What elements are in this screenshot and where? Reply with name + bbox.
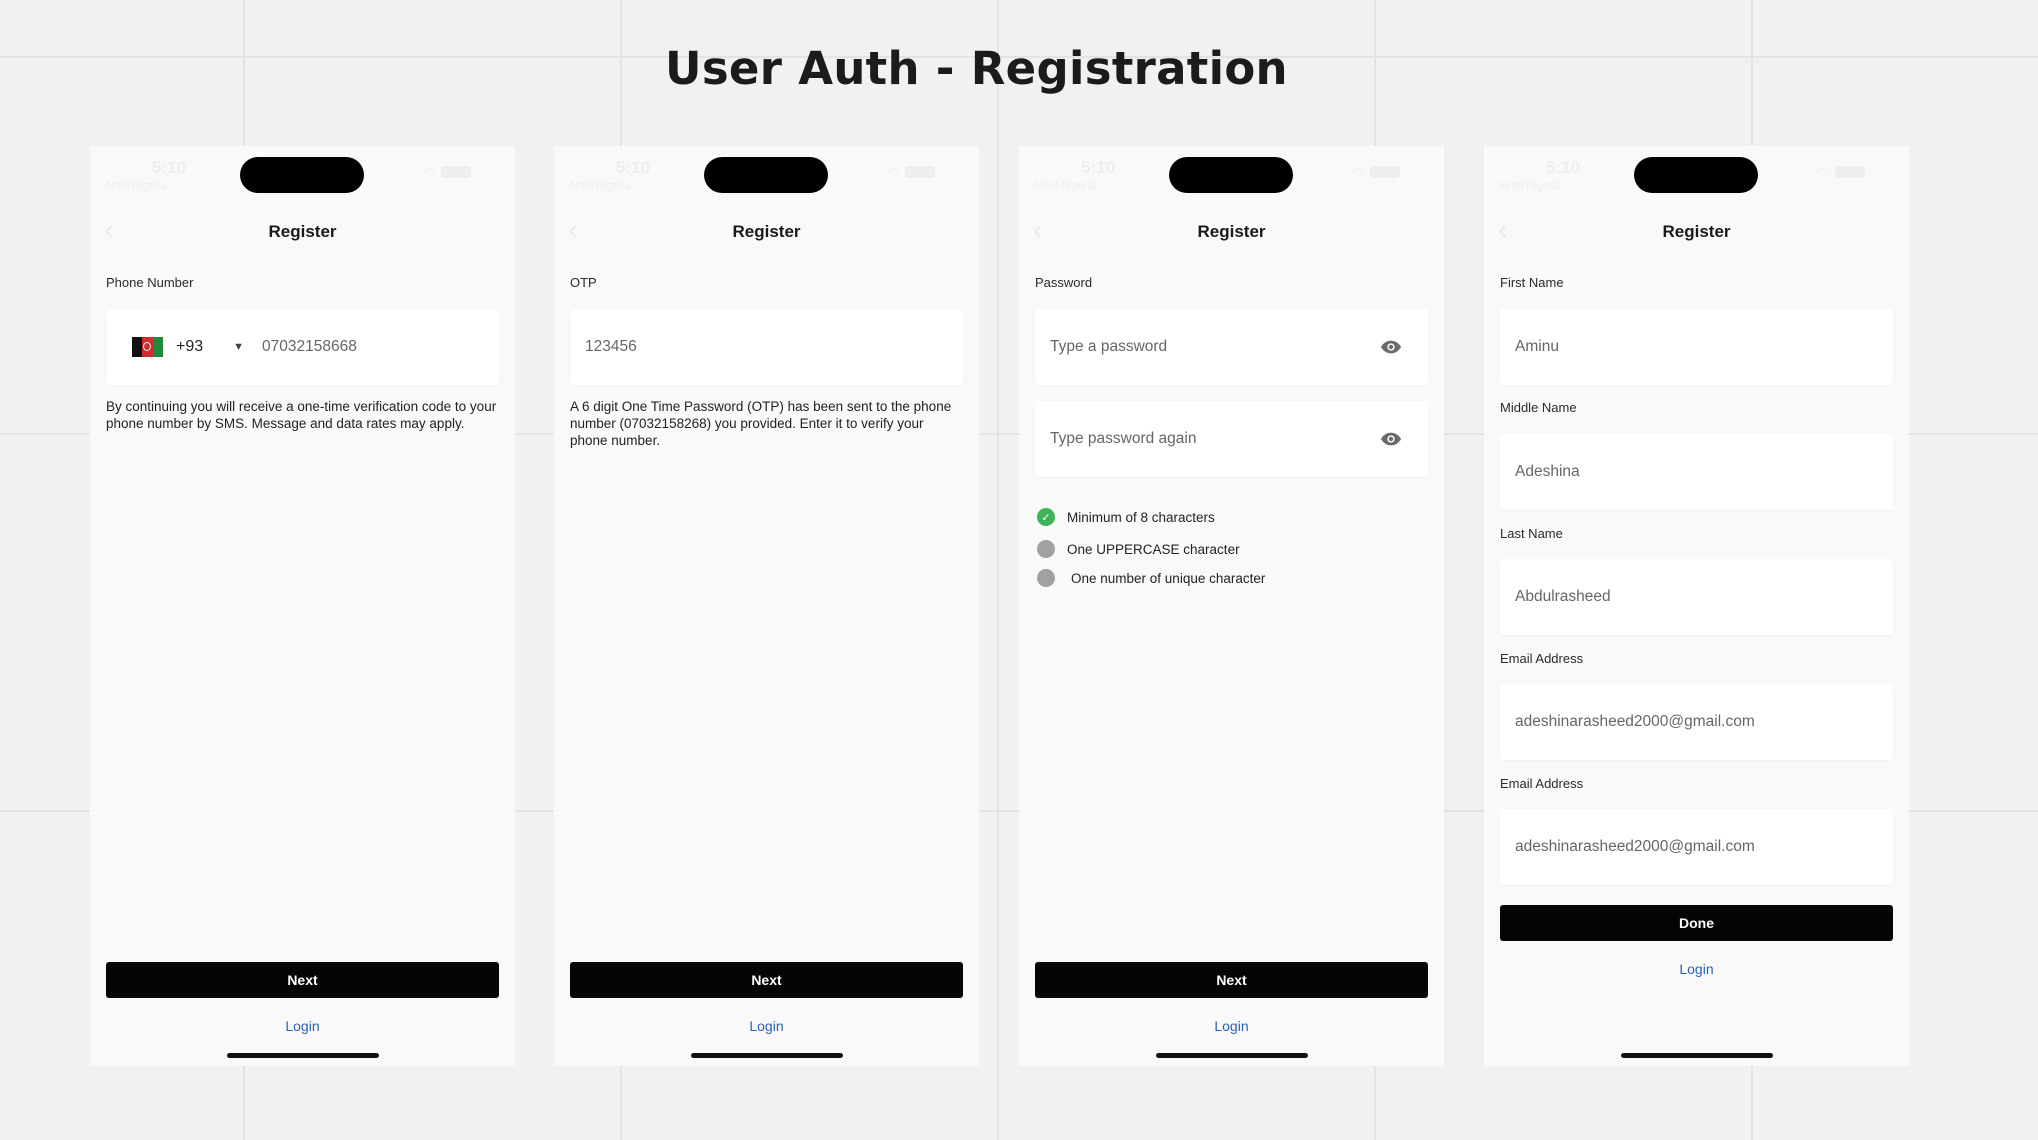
home-indicator (691, 1053, 843, 1058)
home-indicator (227, 1053, 379, 1058)
next-button[interactable]: Next (1035, 962, 1428, 998)
eye-icon[interactable] (1380, 430, 1402, 448)
home-indicator (1621, 1053, 1773, 1058)
otp-label: OTP (570, 275, 597, 290)
eye-icon[interactable] (1380, 338, 1402, 356)
status-time: 5:10 (152, 158, 187, 177)
confirm-password-input[interactable]: Type password again (1035, 401, 1428, 477)
first-name-label: First Name (1500, 275, 1564, 290)
status-icons: ◠ (887, 165, 935, 179)
status-carrier: Airtel Nigeria (104, 180, 167, 192)
sms-disclaimer: By continuing you will receive a one-tim… (106, 399, 497, 431)
dynamic-island (240, 157, 364, 193)
wifi-icon: ◠ (1351, 164, 1364, 180)
first-name-value[interactable]: Aminu (1515, 338, 1559, 356)
battery-icon (1370, 166, 1400, 178)
phone-number-label: Phone Number (106, 275, 194, 290)
status-carrier: Airtel Nigeria (568, 180, 631, 192)
wifi-icon: ◠ (886, 164, 899, 180)
email-value[interactable]: adeshinarasheed2000@gmail.com (1515, 713, 1755, 731)
page-title: User Auth - Registration (665, 42, 1288, 95)
wifi-icon: ◠ (1816, 164, 1829, 180)
nav-title: Register (1662, 222, 1731, 241)
dynamic-island (704, 157, 828, 193)
wifi-icon: ◠ (422, 164, 435, 180)
phone-number-value[interactable]: 07032158668 (262, 338, 357, 356)
first-name-input[interactable]: Aminu (1500, 309, 1893, 385)
password-rule-min-length: ✓ Minimum of 8 characters (1037, 508, 1215, 526)
login-link[interactable]: Login (1019, 1018, 1444, 1034)
phone-screen-password: 5:10 Airtel Nigeria ◠ ‹ Register Passwor… (1019, 146, 1444, 1066)
confirm-email-value[interactable]: adeshinarasheed2000@gmail.com (1515, 838, 1755, 856)
caret-down-icon[interactable]: ▼ (233, 341, 244, 353)
last-name-value[interactable]: Abdulrasheed (1515, 588, 1611, 606)
battery-icon (1835, 166, 1865, 178)
login-link[interactable]: Login (554, 1018, 979, 1034)
rule-text: Minimum of 8 characters (1067, 509, 1215, 525)
confirm-password-placeholder[interactable]: Type password again (1050, 430, 1196, 448)
middle-name-input[interactable]: Adeshina (1500, 434, 1893, 510)
nav-title: Register (732, 222, 801, 241)
last-name-label: Last Name (1500, 526, 1563, 541)
status-icons: ◠ (423, 165, 471, 179)
phone-screen-phone-number: 5:10 Airtel Nigeria ◠ ‹ Register Phone N… (90, 146, 515, 1066)
nav-title: Register (268, 222, 337, 241)
phone-screen-personal-details: 5:10 Airtel Nigeria ◠ ‹ Register First N… (1484, 146, 1909, 1066)
dynamic-island (1169, 157, 1293, 193)
afghanistan-flag-icon[interactable] (132, 337, 163, 357)
pending-circle-icon (1037, 569, 1055, 587)
pending-circle-icon (1037, 540, 1055, 558)
login-link[interactable]: Login (1484, 961, 1909, 977)
last-name-input[interactable]: Abdulrasheed (1500, 559, 1893, 635)
battery-icon (905, 166, 935, 178)
status-bar: 5:10 Airtel Nigeria ◠ (90, 146, 515, 206)
login-link[interactable]: Login (90, 1018, 515, 1034)
phone-number-input[interactable]: +93 ▼ 07032158668 (106, 309, 499, 385)
next-button[interactable]: Next (106, 962, 499, 998)
otp-input[interactable]: 123456 (570, 309, 963, 385)
password-input[interactable]: Type a password (1035, 309, 1428, 385)
status-carrier: Airtel Nigeria (1498, 180, 1561, 192)
status-time: 5:10 (1546, 158, 1581, 177)
next-button[interactable]: Next (570, 962, 963, 998)
dynamic-island (1634, 157, 1758, 193)
password-label: Password (1035, 275, 1093, 290)
status-carrier: Airtel Nigeria (1033, 180, 1096, 192)
password-placeholder[interactable]: Type a password (1050, 338, 1167, 356)
email-input[interactable]: adeshinarasheed2000@gmail.com (1500, 684, 1893, 760)
middle-name-value[interactable]: Adeshina (1515, 463, 1580, 481)
status-bar: 5:10 Airtel Nigeria ◠ (1484, 146, 1909, 206)
status-icons: ◠ (1352, 165, 1400, 179)
middle-name-label: Middle Name (1500, 400, 1577, 415)
status-time: 5:10 (616, 158, 651, 177)
done-button[interactable]: Done (1500, 905, 1893, 941)
password-rule-number: One number of unique character (1037, 569, 1265, 587)
status-bar: 5:10 Airtel Nigeria ◠ (554, 146, 979, 206)
status-time: 5:10 (1081, 158, 1116, 177)
confirm-email-input[interactable]: adeshinarasheed2000@gmail.com (1500, 809, 1893, 885)
rule-text: One number of unique character (1071, 570, 1266, 586)
home-indicator (1156, 1053, 1308, 1058)
nav-title: Register (1197, 222, 1266, 241)
confirm-email-label: Email Address (1500, 776, 1584, 791)
battery-icon (441, 166, 471, 178)
email-label: Email Address (1500, 651, 1584, 666)
otp-info: A 6 digit One Time Password (OTP) has be… (570, 399, 952, 448)
status-bar: 5:10 Airtel Nigeria ◠ (1019, 146, 1444, 206)
otp-value[interactable]: 123456 (585, 338, 637, 356)
password-rule-uppercase: One UPPERCASE character (1037, 540, 1240, 558)
check-circle-icon: ✓ (1037, 508, 1055, 526)
phone-screen-otp: 5:10 Airtel Nigeria ◠ ‹ Register OTP 123… (554, 146, 979, 1066)
rule-text: One UPPERCASE character (1067, 541, 1240, 557)
country-code[interactable]: +93 (176, 338, 203, 356)
status-icons: ◠ (1817, 165, 1865, 179)
